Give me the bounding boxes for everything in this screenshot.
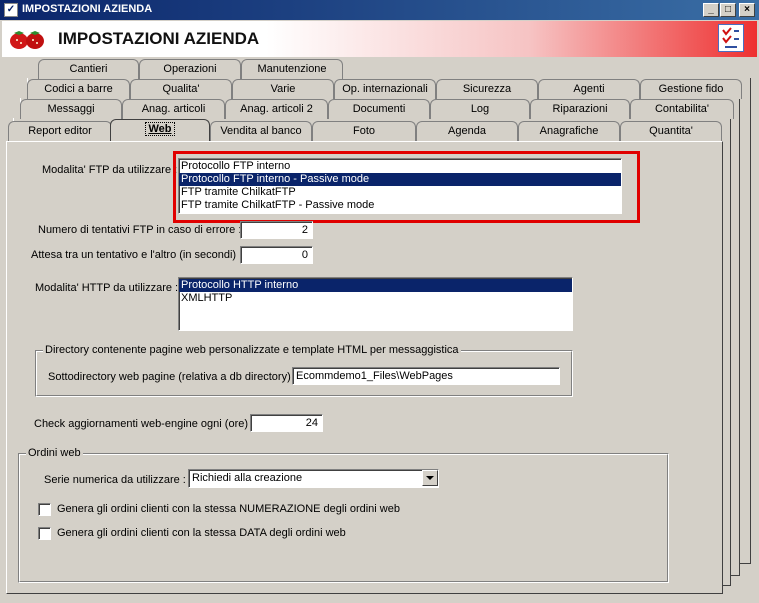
strawberries-logo-icon bbox=[10, 31, 44, 49]
tab-documenti[interactable]: Documenti bbox=[328, 99, 430, 119]
tab-vendita-al-banco[interactable]: Vendita al banco bbox=[210, 121, 312, 141]
tab-log[interactable]: Log bbox=[430, 99, 530, 119]
tab-agenti[interactable]: Agenti bbox=[538, 79, 640, 99]
tab-anagrafiche[interactable]: Anagrafiche bbox=[518, 121, 620, 141]
tab-cantieri[interactable]: Cantieri bbox=[38, 59, 139, 79]
header-title: IMPOSTAZIONI AZIENDA bbox=[58, 29, 260, 48]
tab-foto[interactable]: Foto bbox=[312, 121, 416, 141]
web-directory-group-title: Directory contenente pagine web personal… bbox=[43, 344, 461, 356]
same-numbering-checkbox[interactable] bbox=[38, 503, 51, 516]
web-settings-panel: Modalita' FTP da utilizzare : Protocollo… bbox=[6, 141, 723, 594]
series-dropdown-button[interactable] bbox=[422, 470, 438, 486]
tab-anag-articoli-2[interactable]: Anag. articoli 2 bbox=[225, 99, 328, 119]
tab-web-label: Web bbox=[145, 122, 175, 136]
http-mode-list[interactable]: Protocollo HTTP interno XMLHTTP bbox=[178, 277, 573, 331]
tab-gestione-fido[interactable]: Gestione fido bbox=[640, 79, 742, 99]
tab-qualita[interactable]: Qualita' bbox=[130, 79, 232, 99]
tab-codici-a-barre[interactable]: Codici a barre bbox=[27, 79, 130, 99]
http-option-internal[interactable]: Protocollo HTTP interno bbox=[179, 279, 572, 292]
tab-manutenzione[interactable]: Manutenzione bbox=[241, 59, 343, 79]
header-band: IMPOSTAZIONI AZIENDA bbox=[2, 21, 757, 57]
tab-agenda[interactable]: Agenda bbox=[416, 121, 518, 141]
tab-operazioni[interactable]: Operazioni bbox=[139, 59, 241, 79]
app-icon: ✓ bbox=[4, 3, 18, 17]
window-titlebar[interactable]: ✓ IMPOSTAZIONI AZIENDA _ □ × bbox=[0, 0, 759, 20]
window-title: IMPOSTAZIONI AZIENDA bbox=[22, 3, 153, 15]
retry-wait-input[interactable]: 0 bbox=[240, 246, 313, 264]
checklist-icon bbox=[722, 27, 739, 48]
minimize-button[interactable]: _ bbox=[703, 3, 719, 17]
check-updates-input[interactable]: 24 bbox=[250, 414, 323, 432]
series-combobox-value: Richiedi alla creazione bbox=[192, 472, 303, 484]
tab-messaggi[interactable]: Messaggi bbox=[20, 99, 122, 119]
tab-contabilita[interactable]: Contabilita' bbox=[630, 99, 734, 119]
tab-quantita[interactable]: Quantita' bbox=[620, 121, 722, 141]
tab-web[interactable]: Web bbox=[110, 119, 210, 141]
tab-riparazioni[interactable]: Riparazioni bbox=[530, 99, 630, 119]
check-updates-label: Check aggiornamenti web-engine ogni (ore… bbox=[34, 418, 255, 430]
ftp-option-chilkat[interactable]: FTP tramite ChilkatFTP bbox=[179, 186, 621, 199]
ftp-retries-label: Numero di tentativi FTP in caso di error… bbox=[38, 224, 242, 236]
ftp-mode-label: Modalita' FTP da utilizzare : bbox=[42, 164, 178, 176]
tab-varie[interactable]: Varie bbox=[232, 79, 334, 99]
tab-anag-articoli[interactable]: Anag. articoli bbox=[122, 99, 225, 119]
ftp-option-chilkat-passive[interactable]: FTP tramite ChilkatFTP - Passive mode bbox=[179, 199, 621, 212]
tab-sicurezza[interactable]: Sicurezza bbox=[436, 79, 538, 99]
tab-report-editor[interactable]: Report editor bbox=[8, 121, 112, 141]
checklist-button[interactable] bbox=[718, 24, 744, 52]
http-option-xmlhttp[interactable]: XMLHTTP bbox=[179, 292, 572, 305]
ftp-option-internal[interactable]: Protocollo FTP interno bbox=[179, 160, 621, 173]
subdir-label: Sottodirectory web pagine (relativa a db… bbox=[48, 371, 297, 383]
tab-op-internazionali[interactable]: Op. internazionali bbox=[334, 79, 436, 99]
series-label: Serie numerica da utilizzare : bbox=[44, 474, 186, 486]
maximize-button[interactable]: □ bbox=[720, 3, 736, 17]
chevron-down-icon bbox=[426, 476, 434, 480]
ftp-retries-input[interactable]: 2 bbox=[240, 221, 313, 239]
http-mode-label: Modalita' HTTP da utilizzare : bbox=[35, 282, 179, 294]
ftp-mode-list[interactable]: Protocollo FTP interno Protocollo FTP in… bbox=[178, 158, 622, 214]
close-button[interactable]: × bbox=[739, 3, 755, 17]
web-orders-group-title: Ordini web bbox=[26, 447, 83, 459]
same-date-label: Genera gli ordini clienti con la stessa … bbox=[57, 527, 346, 539]
same-numbering-label: Genera gli ordini clienti con la stessa … bbox=[57, 503, 400, 515]
series-combobox[interactable]: Richiedi alla creazione bbox=[188, 469, 439, 488]
retry-wait-label: Attesa tra un tentativo e l'altro (in se… bbox=[31, 249, 243, 261]
ftp-option-internal-passive[interactable]: Protocollo FTP interno - Passive mode bbox=[179, 173, 621, 186]
same-date-checkbox[interactable] bbox=[38, 527, 51, 540]
subdir-input[interactable]: Ecommdemo1_Files\WebPages bbox=[292, 367, 560, 385]
